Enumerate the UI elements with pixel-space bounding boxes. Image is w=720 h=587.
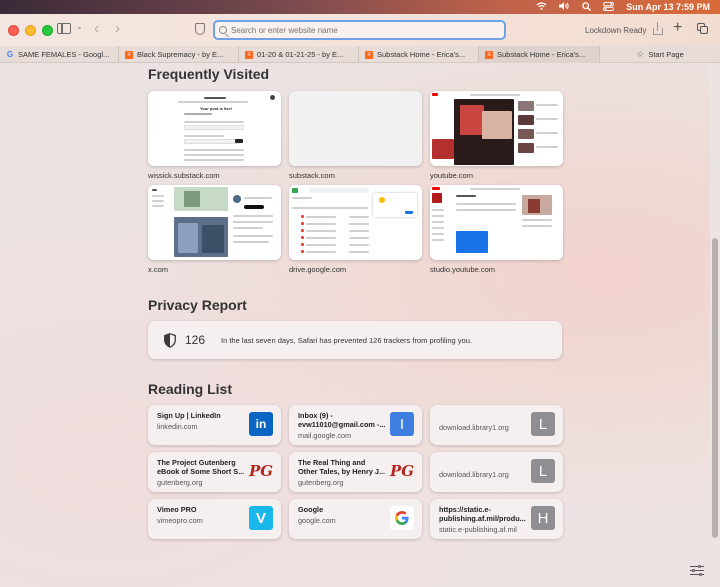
tab-substack-home-1[interactable]: ≡ Substack Home - Erica's... [359,46,479,63]
reading-item-domain: google.com [298,516,336,525]
substack-favicon-icon: ≡ [125,50,133,59]
sidebar-toggle-icon[interactable] [57,23,71,34]
privacy-report-card[interactable]: 126 In the last seven days, Safari has p… [148,321,562,359]
thumb-text: Your post is live! [200,106,232,111]
reading-item-domain: static.e-publishing.af.mil [439,525,517,534]
reading-item-title: Google [298,505,324,514]
reading-item-domain: mail.google.com [298,431,352,440]
shield-icon [164,332,176,348]
tab-black-supremacy[interactable]: ≡ Black Supremacy - by E... [119,46,239,63]
reading-list-item-gutenberg-real-thing[interactable]: The Real Thing and Other Tales, by Henry… [289,452,422,492]
linkedin-icon: in [249,412,273,436]
tracker-count: 126 [185,333,206,347]
zoom-window-button[interactable] [42,24,53,36]
star-icon: ☆ [636,49,645,59]
reading-item-title: https://static.e-publishing.af.mil/produ… [439,505,526,523]
minimize-window-button[interactable] [25,24,36,36]
reading-item-title: The Project Gutenberg eBook of Some Shor… [157,458,245,476]
search-icon [219,26,227,34]
address-input[interactable] [231,25,491,35]
window-controls [8,24,53,36]
reading-item-domain: download.library1.org [439,470,509,479]
spotlight-search-icon[interactable] [582,1,592,13]
google-icon [390,506,414,530]
menu-bar: Sun Apr 13 7:59 PM [0,0,720,14]
thumb-label: youtube.com [430,171,473,180]
control-center-icon[interactable] [603,1,615,13]
tab-bar: G SAME FEMALES - Googl... ≡ Black Suprem… [0,46,720,63]
frequently-visited-x[interactable] [148,185,281,260]
reading-list-item-library1-a[interactable]: download.library1.org L [430,405,563,445]
tab-substack-home-2[interactable]: ≡ Substack Home - Erica's... [479,46,600,63]
back-arrow-icon[interactable]: ‹ [94,20,99,37]
google-favicon-icon: G [6,50,14,59]
reading-list-item-gmail[interactable]: Inbox (9) - evw11010@gmail.com -... mail… [289,405,422,445]
reading-list-item-linkedin[interactable]: Sign Up | LinkedIn linkedin.com in [148,405,281,445]
address-bar[interactable] [213,20,506,40]
reading-item-domain: gutenberg.org [157,478,203,487]
frequently-visited-youtube[interactable] [430,91,563,166]
tab-start-page[interactable]: ☆ Start Page [600,46,720,63]
privacy-report-text: In the last seven days, Safari has preve… [221,335,472,345]
substack-favicon-icon: ≡ [365,50,373,59]
frequently-visited-substack[interactable] [289,91,422,166]
wifi-icon[interactable] [536,2,547,12]
volume-icon[interactable] [559,2,570,12]
close-window-button[interactable] [8,24,19,36]
reading-item-domain: download.library1.org [439,423,509,432]
reading-list-item-e-publishing[interactable]: https://static.e-publishing.af.mil/produ… [430,499,563,539]
thumb-label: wissick.substack.com [148,171,220,180]
thumb-label: x.com [148,265,169,274]
thumb-label: studio.youtube.com [430,265,496,274]
menu-bar-clock[interactable]: Sun Apr 13 7:59 PM [626,2,710,12]
tab-label: Substack Home - Erica's... [497,50,586,59]
customize-start-page-icon[interactable] [690,564,704,577]
reading-item-domain: vimeopro.com [157,516,203,525]
reading-list-item-library1-b[interactable]: download.library1.org L [430,452,563,492]
reading-item-domain: gutenberg.org [298,478,344,487]
letter-h-icon: H [531,506,555,530]
share-icon[interactable] [652,22,664,35]
tab-same-females[interactable]: G SAME FEMALES - Googl... [0,46,119,63]
frequently-visited-google-drive[interactable] [289,185,422,260]
substack-favicon-icon: ≡ [245,50,253,59]
frequently-visited-youtube-studio[interactable] [430,185,563,260]
reading-list-item-gutenberg-short[interactable]: The Project Gutenberg eBook of Some Shor… [148,452,281,492]
privacy-report-title: Privacy Report [148,297,247,313]
gutenberg-icon: PG [248,462,274,480]
new-tab-button[interactable]: + [673,19,682,37]
reading-item-domain: linkedin.com [157,422,198,431]
frequently-visited-title: Frequently Visited [148,66,270,82]
tab-label: 01-20 & 01-21-25 - by E... [257,50,344,59]
reading-list-title: Reading List [148,381,233,397]
thumb-label: drive.google.com [289,265,347,274]
tab-label: SAME FEMALES - Googl... [18,50,110,59]
frequently-visited-wissick[interactable]: Your post is live! [148,91,281,166]
reading-item-title: The Real Thing and Other Tales, by Henry… [298,458,386,476]
vimeo-icon: V [249,506,273,530]
tab-label: Black Supremacy - by E... [137,50,224,59]
start-page: Frequently Visited Your post is live! wi… [0,63,710,587]
letter-l-icon: L [531,412,555,436]
letter-i-icon: I [390,412,414,436]
chevron-down-icon[interactable]: ⌄ [76,22,83,31]
gutenberg-icon: PG [389,462,415,480]
reading-item-title: Inbox (9) - evw11010@gmail.com -... [298,411,386,429]
lockdown-status[interactable]: Lockdown Ready [585,26,646,35]
forward-arrow-icon[interactable]: › [115,20,120,37]
browser-toolbar: ⌄ ‹ › Lockdown Ready + [0,14,720,46]
thumb-label: substack.com [289,171,335,180]
reading-list-item-vimeo[interactable]: Vimeo PRO vimeopro.com V [148,499,281,539]
reading-item-title: Vimeo PRO [157,505,197,514]
reading-list-item-google[interactable]: Google google.com [289,499,422,539]
privacy-shield-icon[interactable] [195,23,205,35]
tab-overview-icon[interactable] [697,23,708,34]
reading-item-title: Sign Up | LinkedIn [157,411,221,420]
tab-01-20-01-21-25[interactable]: ≡ 01-20 & 01-21-25 - by E... [239,46,359,63]
letter-l-icon: L [531,459,555,483]
scrollbar-thumb[interactable] [712,238,718,538]
tab-label: Start Page [648,50,684,59]
substack-favicon-icon: ≡ [485,50,493,59]
tab-label: Substack Home - Erica's... [377,50,466,59]
